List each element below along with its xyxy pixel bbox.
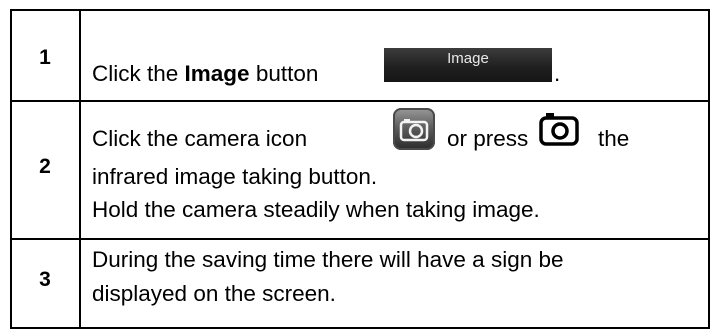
instruction-table: 1 Click the Image button Image . 2 Click… (0, 0, 722, 329)
step-1-text: Click the Image button (92, 60, 318, 88)
camera-button-icon (539, 113, 579, 146)
camera-app-icon (393, 108, 435, 150)
step-1-text-bold: Image (184, 61, 250, 86)
row-divider (10, 238, 710, 240)
step-2-line2: infrared image taking button. (92, 164, 378, 189)
step-number: 2 (39, 155, 51, 178)
image-button: Image (384, 48, 552, 82)
step-number: 3 (39, 268, 51, 291)
step-number: 1 (39, 46, 51, 69)
step-1-text-after: button (249, 61, 319, 86)
step-1-period: . (554, 61, 561, 86)
step-2-line1-b: or press (447, 126, 529, 151)
step-3-line2: displayed on the screen. (92, 281, 336, 306)
step-2-line1-a: Click the camera icon (92, 126, 308, 151)
step-3-line1: During the saving time there will have a… (92, 247, 564, 272)
step-2-line3: Hold the camera steadily when taking ima… (92, 197, 540, 222)
step-2-line1-c: the (598, 126, 630, 151)
row-divider (10, 100, 710, 102)
step-1-text-before: Click the (92, 61, 185, 86)
